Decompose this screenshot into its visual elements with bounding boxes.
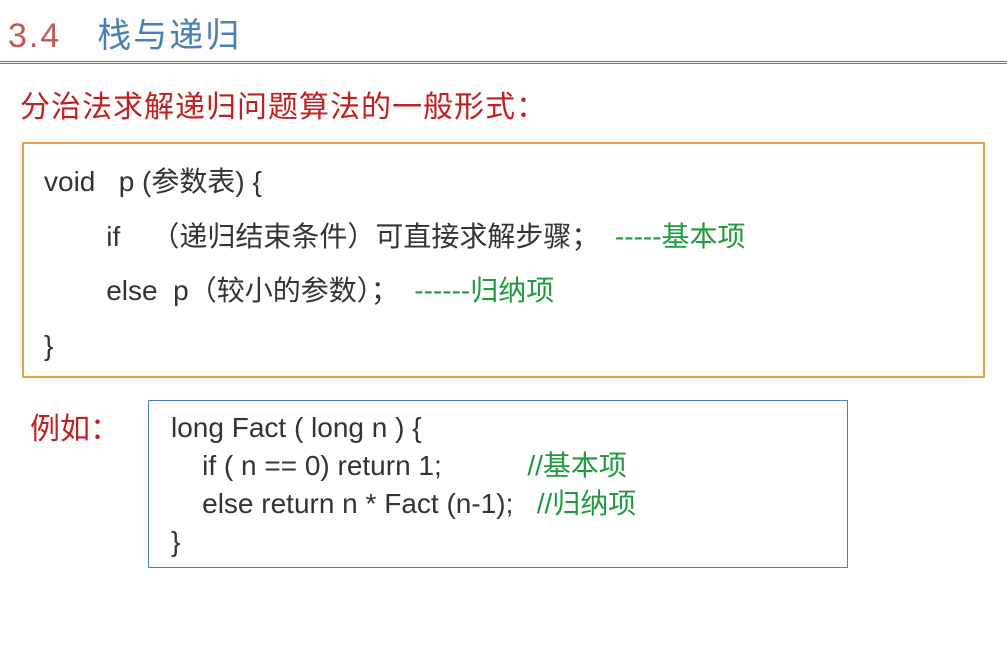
pseudo-line-4: } <box>44 326 963 367</box>
ex-l2-comment: //基本项 <box>527 450 627 481</box>
ex-l2-code: if ( n == 0) return 1; <box>171 450 527 481</box>
example-row: 例如： long Fact ( long n ) { if ( n == 0) … <box>0 400 1007 567</box>
pseudo-line-1: void p (参数表) { <box>44 162 963 203</box>
pseudo-l3-dashes: ------ <box>399 275 471 306</box>
slide-header: 3.4 栈与递归 <box>0 0 1007 64</box>
pseudo-l3-text: else p（较小的参数）； <box>44 275 399 306</box>
pseudo-line-3: else p（较小的参数）； ------归纳项 <box>44 271 963 312</box>
ex-line-1: long Fact ( long n ) { <box>171 409 825 447</box>
ex-l3-code: else return n * Fact (n-1); <box>171 488 537 519</box>
ex-line-2: if ( n == 0) return 1; //基本项 <box>171 447 825 485</box>
ex-line-4: } <box>171 523 825 561</box>
ex-l3-comment: //归纳项 <box>537 488 637 519</box>
ex-line-3: else return n * Fact (n-1); //归纳项 <box>171 485 825 523</box>
pseudo-l2-dashes: ----- <box>599 221 661 252</box>
pseudo-line-2: if （递归结束条件）可直接求解步骤； -----基本项 <box>44 217 963 258</box>
pseudo-l2-tag: 基本项 <box>662 221 746 252</box>
pseudo-l3-tag: 归纳项 <box>470 275 554 306</box>
section-title: 栈与递归 <box>97 8 241 57</box>
section-number: 3.4 <box>8 17 61 56</box>
subtitle: 分治法求解递归问题算法的一般形式： <box>20 82 1007 126</box>
pseudo-l2-text: if （递归结束条件）可直接求解步骤； <box>44 221 599 252</box>
pseudocode-box: void p (参数表) { if （递归结束条件）可直接求解步骤； -----… <box>22 142 985 378</box>
example-label: 例如： <box>30 400 120 448</box>
example-code-box: long Fact ( long n ) { if ( n == 0) retu… <box>148 400 848 567</box>
